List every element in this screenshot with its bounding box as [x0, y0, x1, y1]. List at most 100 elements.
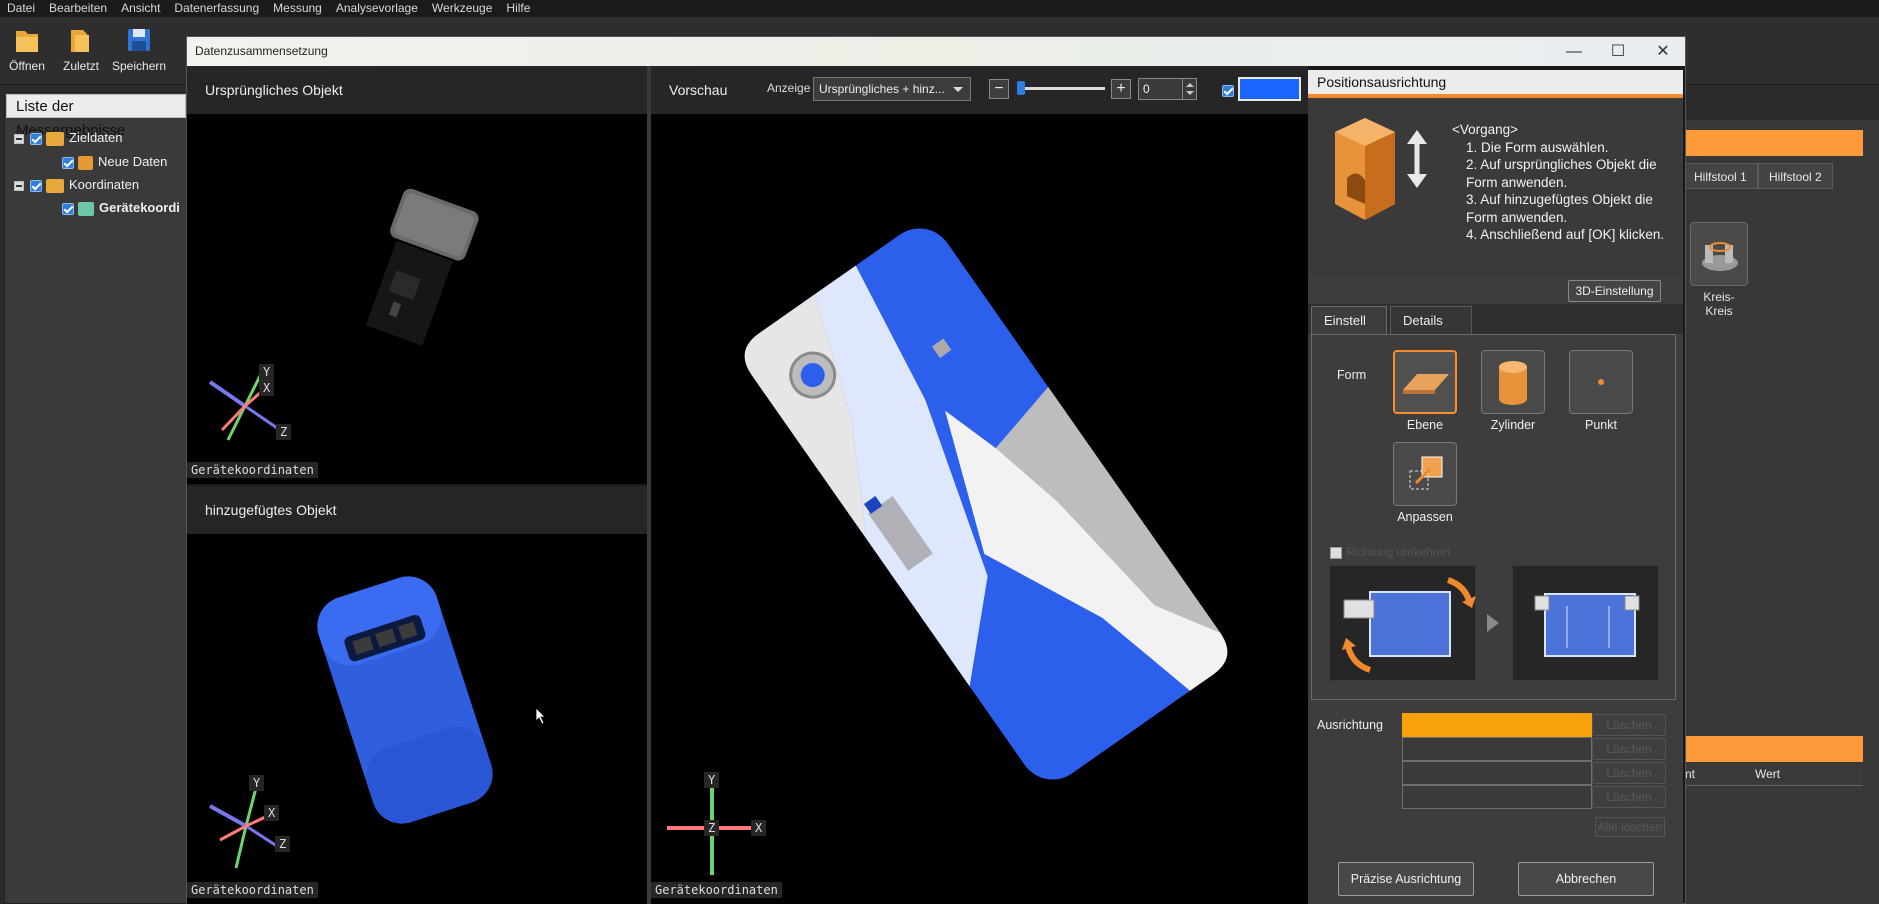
shape-cylinder-label: Zylinder — [1490, 418, 1536, 432]
coordinate-tag: Gerätekoordinaten — [187, 462, 318, 478]
zoom-in-button[interactable]: + — [1111, 79, 1131, 99]
slider-thumb[interactable] — [1017, 81, 1025, 95]
column-header-wert: Wert — [1755, 767, 1781, 781]
color-toggle-checkbox[interactable] — [1222, 84, 1234, 97]
tree-item-geraetekoordinaten[interactable]: Gerätekoordi — [62, 197, 180, 219]
precise-alignment-button[interactable]: Präzise Ausrichtung — [1338, 862, 1474, 896]
after-alignment-thumbnail — [1512, 565, 1659, 681]
circle-circle-label: Kreis- Kreis — [1680, 290, 1758, 318]
checkbox-icon[interactable] — [62, 156, 74, 169]
circle-label-line-1: Kreis- — [1703, 290, 1735, 304]
axis-x-label: X — [751, 820, 767, 836]
background-table-header: nt Wert — [1683, 764, 1863, 786]
checkbox-icon[interactable] — [1330, 546, 1342, 559]
axis-y-label: Y — [704, 772, 720, 788]
reverse-direction-checkbox[interactable]: Richtung umkehren — [1330, 545, 1450, 559]
shape-plane-button[interactable] — [1393, 350, 1457, 414]
circle-tool-icon — [1702, 242, 1738, 271]
background-panel-header-2 — [1683, 736, 1863, 762]
checkbox-icon[interactable] — [30, 132, 42, 145]
axis-x-label: X — [259, 380, 275, 396]
axis-y-label: Y — [259, 364, 275, 380]
maximize-button[interactable]: ☐ — [1596, 37, 1640, 66]
spin-arrows-svg — [1186, 83, 1194, 95]
tab-hilfstool-2[interactable]: Hilfstool 2 — [1758, 163, 1833, 189]
mouse-cursor-icon — [535, 707, 546, 725]
original-object-header: Ursprüngliches Objekt — [187, 66, 648, 114]
checkbox-icon[interactable] — [30, 179, 42, 192]
cancel-button[interactable]: Abbrechen — [1518, 862, 1654, 896]
collapse-icon[interactable] — [14, 133, 24, 144]
arrow-right-icon — [1487, 614, 1499, 632]
save-button[interactable]: Speichern — [112, 25, 166, 73]
point-icon — [1598, 379, 1604, 385]
shape-plane-label: Ebene — [1406, 418, 1444, 432]
checkbox-icon[interactable] — [62, 202, 74, 215]
tree-item-label: Gerätekoordi — [99, 200, 180, 215]
dialog-titlebar[interactable] — [187, 37, 1685, 66]
before-alignment-thumbnail — [1329, 565, 1476, 681]
delete-button-3[interactable]: Löschen — [1592, 762, 1666, 784]
coordinate-tag: Gerätekoordinaten — [651, 882, 782, 898]
data-cube-icon — [78, 155, 93, 170]
alignment-row-2[interactable] — [1402, 737, 1592, 761]
tab-einstell[interactable]: Einstell — [1311, 306, 1387, 334]
folder-icon — [46, 131, 64, 146]
delete-all-button[interactable]: Alle löschen — [1595, 817, 1665, 837]
recent-label: Zuletzt — [62, 59, 99, 73]
procedure-step-1: 1. Die Form auswählen. — [1466, 139, 1609, 155]
menu-ansicht[interactable]: Ansicht — [114, 0, 167, 17]
display-select[interactable]: Ursprüngliches + hinz... — [813, 77, 971, 101]
display-label: Anzeige — [767, 81, 811, 95]
folder-icon — [46, 178, 64, 193]
shape-cylinder-button[interactable] — [1481, 350, 1545, 414]
tree-item-zieldaten[interactable]: Zieldaten — [14, 127, 122, 149]
spin-arrows-icon[interactable] — [1182, 79, 1196, 99]
delete-button-4[interactable]: Löschen — [1592, 786, 1666, 808]
shape-fit-button[interactable] — [1393, 442, 1457, 506]
menu-analysevorlage[interactable]: Analysevorlage — [329, 0, 425, 17]
position-alignment-title: Positionsausrichtung — [1308, 70, 1683, 98]
tab-hilfstool-1[interactable]: Hilfstool 1 — [1683, 163, 1758, 189]
procedure-text: <Vorgang> 1. Die Form auswählen. 2. Auf … — [1452, 121, 1674, 244]
delete-button-2[interactable]: Löschen — [1592, 738, 1666, 760]
tree-item-label: Koordinaten — [69, 177, 140, 192]
shape-point-button[interactable] — [1569, 350, 1633, 414]
menu-datenerfassung[interactable]: Datenerfassung — [167, 0, 266, 17]
tree-item-label: Zieldaten — [69, 130, 123, 145]
delete-button-1[interactable]: Löschen — [1592, 714, 1666, 736]
alignment-row-3[interactable] — [1402, 761, 1592, 785]
procedure-title: <Vorgang> — [1452, 122, 1519, 137]
column-header: nt — [1685, 767, 1696, 781]
coordinate-system-icon — [78, 201, 94, 216]
open-button[interactable]: Öffnen — [0, 25, 54, 73]
menu-hilfe[interactable]: Hilfe — [499, 0, 537, 17]
alignment-row-1[interactable] — [1402, 713, 1592, 737]
circle-label-line-2: Kreis — [1705, 304, 1733, 318]
reverse-direction-label: Richtung umkehren — [1346, 545, 1451, 559]
tree-item-neue-daten[interactable]: Neue Daten — [62, 151, 167, 173]
alignment-row-4[interactable] — [1402, 785, 1592, 809]
menu-bearbeiten[interactable]: Bearbeiten — [42, 0, 114, 17]
floppy-disk-icon — [128, 29, 150, 51]
color-swatch-button[interactable] — [1238, 77, 1301, 101]
menu-werkzeuge[interactable]: Werkzeuge — [425, 0, 499, 17]
close-button[interactable]: ✕ — [1641, 37, 1685, 66]
preview-header: Vorschau — [651, 66, 1308, 114]
form-label: Form — [1337, 368, 1367, 382]
zoom-out-button[interactable]: − — [989, 79, 1009, 99]
menu-datei[interactable]: Datei — [0, 0, 42, 17]
menu-messung[interactable]: Messung — [266, 0, 329, 17]
transparency-slider[interactable] — [1019, 87, 1105, 90]
tab-details[interactable]: Details — [1390, 306, 1472, 334]
part-rotate-illustration — [1342, 577, 1476, 673]
tree-item-koordinaten[interactable]: Koordinaten — [14, 174, 139, 196]
axis-z-label: Z — [704, 820, 720, 836]
shape-point-label: Punkt — [1585, 418, 1617, 432]
procedure-step-3: 3. Auf hinzugefügtes Objekt die Form anw… — [1466, 192, 1653, 225]
recent-button[interactable]: Zuletzt — [54, 25, 108, 73]
3d-settings-button[interactable]: 3D-Einstellung — [1568, 280, 1661, 302]
circle-circle-tool-button[interactable] — [1690, 222, 1748, 286]
collapse-icon[interactable] — [14, 180, 24, 191]
minimize-button[interactable]: — — [1552, 37, 1596, 66]
